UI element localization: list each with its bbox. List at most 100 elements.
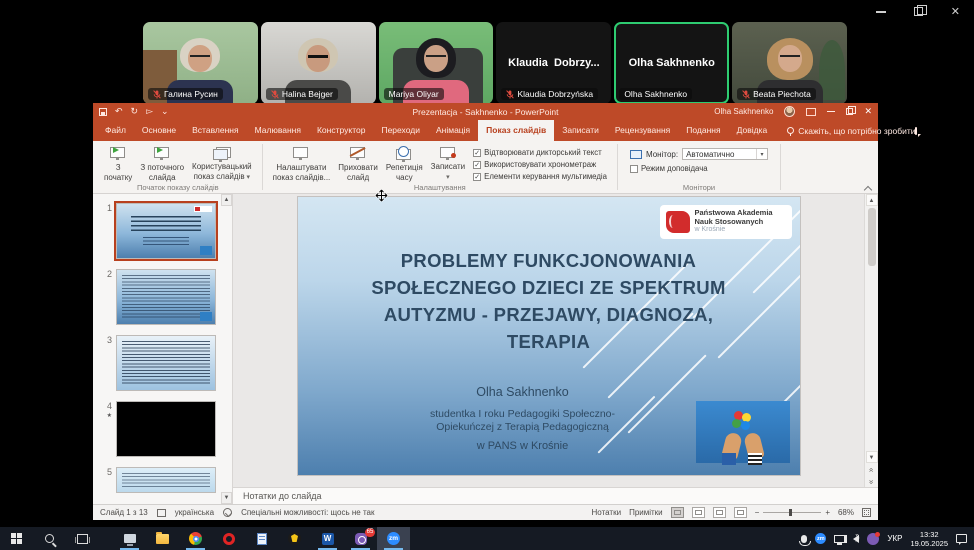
fit-to-window-icon[interactable]: [862, 508, 871, 517]
redo-icon[interactable]: ↻: [131, 106, 139, 117]
slide-thumbnail[interactable]: [116, 335, 216, 391]
taskbar-file-explorer[interactable]: [146, 527, 179, 550]
scrollbar-thumb[interactable]: [868, 208, 876, 266]
tab-record[interactable]: Записати: [554, 120, 607, 141]
custom-slideshow-button[interactable]: Користувацький показ слайдів: [188, 144, 256, 183]
tab-review[interactable]: Рецензування: [607, 120, 678, 141]
checkbox-icon[interactable]: [630, 165, 638, 173]
hide-slide-button[interactable]: Приховати слайд: [334, 144, 382, 183]
customize-qat-icon[interactable]: ⌄: [161, 106, 169, 117]
undo-icon[interactable]: ↶: [115, 106, 123, 117]
ppt-titlebar[interactable]: ↶ ↻ ▻ ⌄ Prezentacja - Sakhnenko - PowerP…: [93, 103, 878, 120]
slide-subtitle[interactable]: Olha Sakhnenko studentka I roku Pedagogi…: [358, 385, 688, 453]
action-center-icon[interactable]: [956, 534, 967, 543]
tab-file[interactable]: Файл: [97, 120, 134, 141]
normal-view-icon[interactable]: [671, 507, 684, 518]
thumbnail-slide-4[interactable]: 4★: [99, 401, 218, 457]
taskbar-opera[interactable]: [212, 527, 245, 550]
checkbox-icon[interactable]: ✓: [473, 173, 481, 181]
slideshow-view-icon[interactable]: [734, 507, 747, 518]
checkbox-icon[interactable]: ✓: [473, 149, 481, 157]
taskbar-chrome[interactable]: [179, 527, 212, 550]
scroll-down-icon[interactable]: ▼: [221, 492, 232, 504]
tab-draw[interactable]: Малювання: [247, 120, 309, 141]
from-beginning-button[interactable]: З початку: [100, 144, 136, 183]
video-tile-halyna-rusyn[interactable]: Галина Русин: [143, 22, 258, 104]
slide-thumbnail[interactable]: [116, 401, 216, 457]
checkbox-use-timings[interactable]: ✓ Використовувати хронометраж: [473, 160, 607, 169]
notes-toggle-button[interactable]: Нотатки: [592, 508, 622, 517]
tab-view[interactable]: Подання: [678, 120, 728, 141]
checkbox-icon[interactable]: ✓: [473, 161, 481, 169]
video-tile-beata-piechota[interactable]: Beata Piechota: [732, 22, 847, 104]
reading-view-icon[interactable]: [713, 507, 726, 518]
video-tile-klaudia-dobrzynska[interactable]: Klaudia Dobrzy... Klaudia Dobrzyńska: [496, 22, 611, 104]
ppt-restore-icon[interactable]: [846, 108, 853, 115]
search-button[interactable]: [33, 527, 66, 550]
zoom-tray-icon[interactable]: zm: [815, 533, 826, 544]
taskbar-viber[interactable]: 65: [344, 527, 377, 550]
thumbnail-slide-1[interactable]: 1: [99, 203, 218, 259]
minimize-icon[interactable]: [876, 11, 886, 13]
tell-me-search[interactable]: Скажіть, що потрібно зробити: [787, 120, 915, 141]
tab-design[interactable]: Конструктор: [309, 120, 373, 141]
slide-sorter-view-icon[interactable]: [692, 507, 705, 518]
account-name[interactable]: Olha Sakhnenko: [714, 107, 773, 116]
slide-1[interactable]: Państwowa Akademia Nauk Stosowanych w Kr…: [298, 197, 800, 475]
comments-icon[interactable]: [915, 127, 917, 135]
speaker-icon[interactable]: [853, 535, 859, 543]
taskbar-avg[interactable]: [278, 527, 311, 550]
checkbox-presenter-view[interactable]: Режим доповідача: [630, 164, 768, 173]
rehearse-timings-button[interactable]: Репетиція часу: [382, 144, 427, 183]
save-icon[interactable]: [99, 108, 107, 116]
taskbar-zoom[interactable]: zm: [377, 527, 410, 550]
slide-thumbnail[interactable]: [116, 269, 216, 325]
scroll-up-icon[interactable]: ▲: [221, 194, 232, 206]
zoom-slider[interactable]: − +: [755, 508, 830, 517]
chevron-down-icon[interactable]: ▾: [756, 149, 767, 159]
record-button[interactable]: Записати: [427, 144, 470, 183]
viber-tray-icon[interactable]: [867, 533, 879, 545]
ribbon-display-options-icon[interactable]: [806, 108, 816, 116]
taskbar-this-pc[interactable]: [113, 527, 146, 550]
monitor-dropdown[interactable]: Автоматично ▾: [682, 148, 768, 160]
restore-icon[interactable]: [914, 7, 923, 16]
checkbox-media-controls[interactable]: ✓ Елементи керування мультимедіа: [473, 172, 607, 181]
comments-toggle-button[interactable]: Примітки: [629, 508, 663, 517]
video-tile-mariya-oliyar[interactable]: Mariya Oliyar: [379, 22, 494, 104]
slide-scrollbar[interactable]: ▲ ▼ « »: [864, 194, 878, 487]
tab-insert[interactable]: Вставлення: [184, 120, 246, 141]
language-indicator[interactable]: українська: [175, 508, 214, 517]
scroll-up-icon[interactable]: ▲: [866, 194, 878, 206]
ppt-close-icon[interactable]: ✕: [864, 106, 872, 117]
language-switcher[interactable]: УКР: [887, 534, 902, 543]
slide-title[interactable]: PROBLEMY FUNKCJONOWANIA SPOŁECZNEGO DZIE…: [322, 247, 776, 355]
account-avatar[interactable]: [784, 106, 795, 117]
scroll-down-icon[interactable]: ▼: [866, 451, 878, 463]
collapse-ribbon-icon[interactable]: [864, 185, 872, 191]
slide-thumbnail[interactable]: [116, 203, 216, 259]
slide-thumbnail[interactable]: [116, 467, 216, 493]
zoom-in-icon[interactable]: +: [825, 508, 830, 517]
notes-pane[interactable]: Нотатки до слайда: [233, 487, 878, 504]
zoom-out-icon[interactable]: −: [755, 508, 760, 517]
tab-help[interactable]: Довідка: [729, 120, 776, 141]
previous-slide-button[interactable]: «: [866, 463, 878, 475]
tab-transitions[interactable]: Переходи: [373, 120, 428, 141]
zoom-level[interactable]: 68%: [838, 508, 854, 517]
zoom-slider-thumb[interactable]: [789, 509, 792, 516]
taskbar-document-app[interactable]: [245, 527, 278, 550]
close-icon[interactable]: ✕: [951, 5, 960, 18]
tab-animations[interactable]: Анімація: [428, 120, 478, 141]
thumbnail-slide-5[interactable]: 5: [99, 467, 218, 493]
tab-slideshow[interactable]: Показ слайдів: [478, 120, 554, 141]
video-tile-olha-sakhnenko[interactable]: Olha Sakhnenko Olha Sakhnenko: [614, 22, 729, 104]
taskbar-word[interactable]: W: [311, 527, 344, 550]
display-settings-icon[interactable]: [157, 509, 166, 517]
next-slide-button[interactable]: »: [866, 475, 878, 487]
slide-editing-area[interactable]: Państwowa Akademia Nauk Stosowanych w Kr…: [233, 194, 864, 487]
from-current-slide-button[interactable]: З поточного слайда: [136, 144, 188, 183]
start-slideshow-icon[interactable]: ▻: [146, 106, 153, 117]
video-tile-halina-bejger[interactable]: Halina Bejger: [261, 22, 376, 104]
task-view-button[interactable]: [66, 527, 99, 550]
